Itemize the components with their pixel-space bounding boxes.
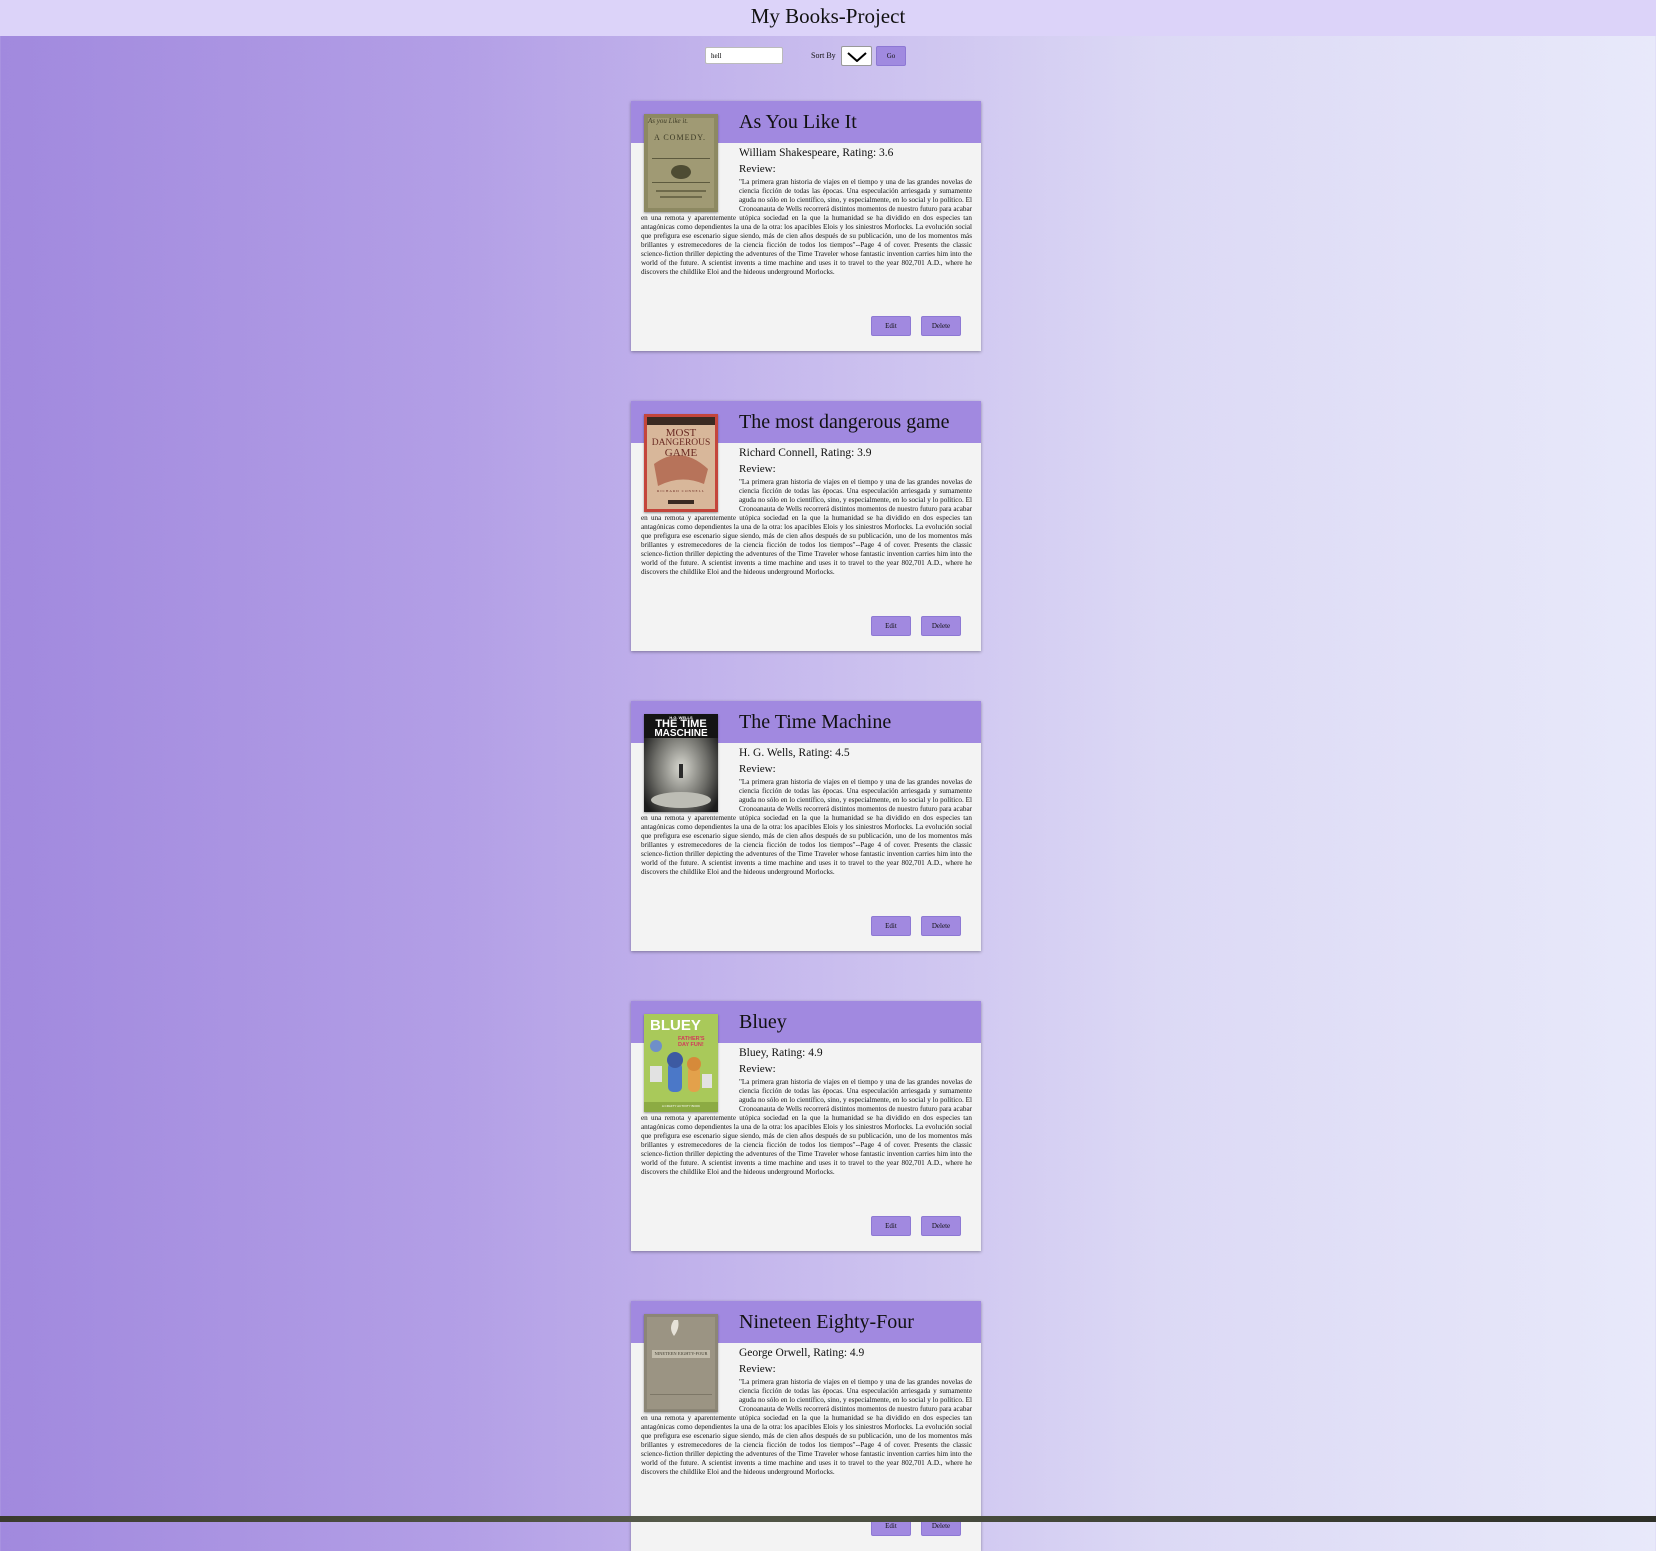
edit-button[interactable]: Edit [871, 316, 911, 336]
book-author-rating: H. G. Wells, Rating: 4.5 [739, 747, 850, 759]
book-author-rating: Richard Connell, Rating: 3.9 [739, 447, 872, 459]
delete-button[interactable]: Delete [921, 1216, 961, 1236]
book-title: The Time Machine [739, 711, 892, 733]
review-label: Review: [739, 163, 776, 175]
desktop-background-strip [0, 1516, 1656, 1522]
cover-text: NINETEEN EIGHTY-FOUR [654, 1351, 708, 1356]
review-label: Review: [739, 763, 776, 775]
book-card: As you Like it. A COMEDY. As You Like It… [631, 101, 981, 351]
delete-button[interactable]: Delete [921, 316, 961, 336]
toolbar: Sort By Go [0, 46, 1656, 68]
review-text: "La primera gran historia de viajes en e… [641, 778, 972, 876]
cover-text: BLUEY [650, 1017, 701, 1034]
cover-text: A COMEDY. [654, 133, 706, 142]
review-label: Review: [739, 1363, 776, 1375]
book-card: BLUEY FATHER'S DAY FUN! A CRAFTY ACTIVIT… [631, 1001, 981, 1251]
review-text: "La primera gran historia de viajes en e… [641, 178, 972, 276]
app-header: My Books-Project [0, 0, 1656, 36]
book-card: MOST DANGEROUS GAME RICHARD CONNELL The … [631, 401, 981, 651]
go-button[interactable]: Go [876, 46, 906, 66]
chevron-down-icon [847, 52, 867, 62]
book-author-rating: William Shakespeare, Rating: 3.6 [739, 147, 894, 159]
review-text: "La primera gran historia de viajes en e… [641, 1378, 972, 1476]
delete-button[interactable]: Delete [921, 616, 961, 636]
book-author-rating: George Orwell, Rating: 4.9 [739, 1347, 865, 1359]
sort-select[interactable] [841, 46, 872, 66]
review-text: "La primera gran historia de viajes en e… [641, 478, 972, 576]
delete-button[interactable]: Delete [921, 916, 961, 936]
book-title: Bluey [739, 1011, 787, 1033]
cover-text: As you Like it. [648, 117, 689, 125]
book-title: The most dangerous game [739, 411, 950, 433]
review-label: Review: [739, 463, 776, 475]
book-card: NINETEEN EIGHTY-FOUR Nineteen Eighty-Fou… [631, 1301, 981, 1551]
cover-text: FATHER'S DAY FUN! [678, 1036, 705, 1048]
edit-button[interactable]: Edit [871, 1216, 911, 1236]
search-input[interactable] [705, 47, 783, 64]
cover-text: MOST DANGEROUS GAME [651, 427, 711, 459]
book-title: As You Like It [739, 111, 857, 133]
book-title: Nineteen Eighty-Four [739, 1311, 914, 1333]
book-card: H.G. WELLS THE TIME MASCHINE The Time Ma… [631, 701, 981, 951]
book-author-rating: Bluey, Rating: 4.9 [739, 1047, 823, 1059]
review-label: Review: [739, 1063, 776, 1075]
edit-button[interactable]: Edit [871, 916, 911, 936]
edit-button[interactable]: Edit [871, 616, 911, 636]
sort-by-label: Sort By [811, 51, 836, 60]
page-title: My Books-Project [750, 4, 906, 28]
cover-text: H.G. WELLS THE TIME MASCHINE [654, 715, 708, 739]
review-text: "La primera gran historia de viajes en e… [641, 1078, 972, 1176]
